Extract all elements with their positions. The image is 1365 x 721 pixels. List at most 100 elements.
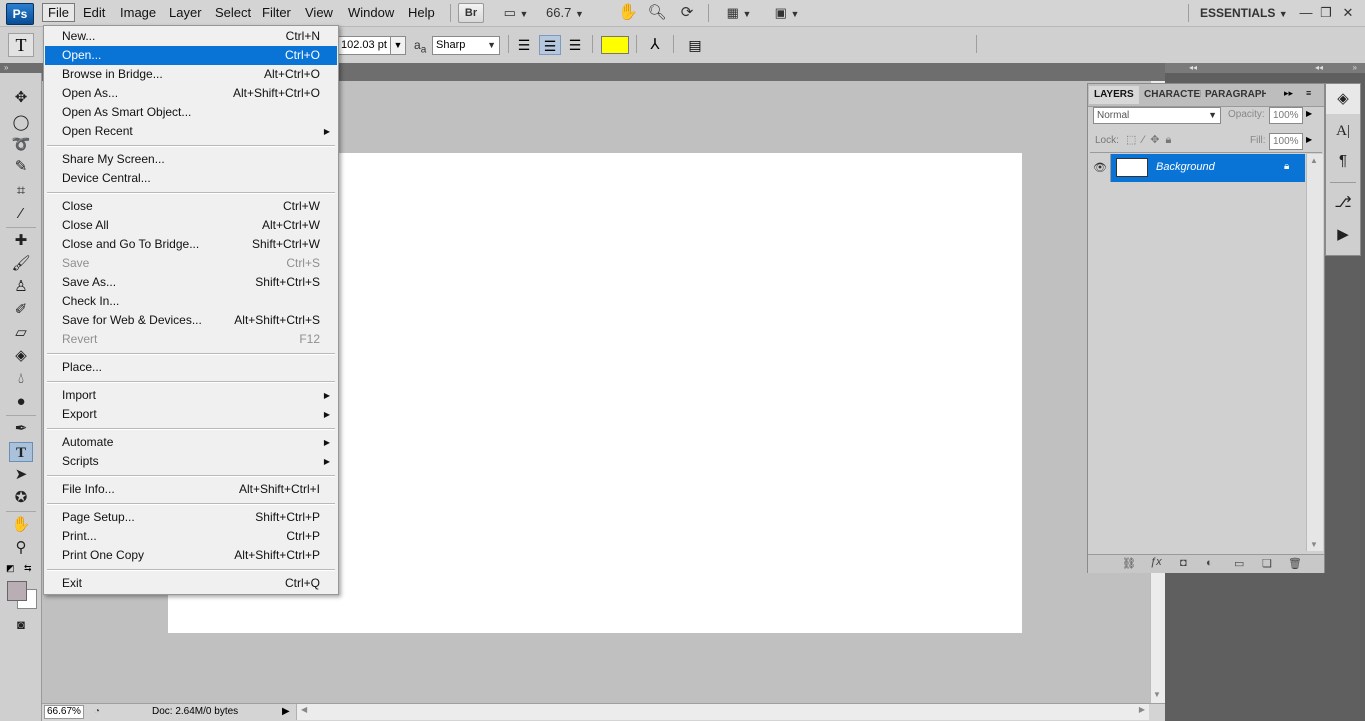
close-icon[interactable]: ✕	[1340, 4, 1356, 22]
font-size-field[interactable]: 102.03 pt	[337, 36, 391, 55]
eraser-tool-icon[interactable]: ▱	[9, 323, 33, 343]
foreground-color-swatch[interactable]	[7, 581, 27, 601]
adjustment-layer-icon[interactable]: ◐	[1206, 557, 1213, 569]
zoom-tool-icon[interactable]: ⚲	[9, 538, 33, 558]
history-brush-tool-icon[interactable]: ✐	[9, 300, 33, 320]
menu-item-open-as[interactable]: Open As... Alt+Shift+Ctrl+O	[45, 84, 337, 103]
type-tool-icon[interactable]: T	[9, 442, 33, 462]
menu-window[interactable]: Window	[343, 3, 399, 22]
eyedropper-tool-icon[interactable]: ⁄	[9, 204, 33, 224]
status-info-icon[interactable]: ◔	[94, 705, 100, 719]
eye-visibility-icon[interactable]: 👁︎	[1090, 154, 1111, 182]
scroll-right-icon[interactable]: ▶	[1139, 705, 1145, 714]
tab-paragraph[interactable]: PARAGRAPH	[1200, 86, 1266, 104]
menu-item-file-info[interactable]: File Info... Alt+Shift+Ctrl+I	[45, 480, 337, 499]
status-zoom-field[interactable]: 66.67%	[44, 705, 84, 719]
menu-item-browse-in-bridge[interactable]: Browse in Bridge... Alt+Ctrl+O	[45, 65, 337, 84]
menu-item-open[interactable]: Open... Ctrl+O	[45, 46, 337, 65]
default-colors-icon[interactable]: ◩	[6, 563, 18, 575]
bridge-button[interactable]: Br	[458, 3, 484, 23]
history-icon[interactable]: ⎇	[1332, 192, 1354, 214]
menu-item-page-setup[interactable]: Page Setup... Shift+Ctrl+P	[45, 508, 337, 527]
hand-tool-icon[interactable]: ✋	[9, 515, 33, 535]
layer-style-icon[interactable]: ƒx	[1150, 556, 1162, 568]
scroll-up-icon[interactable]: ▲	[1310, 156, 1318, 165]
menu-item-close[interactable]: Close Ctrl+W	[45, 197, 337, 216]
layer-row-background[interactable]: 👁︎ Background 🔒︎	[1090, 154, 1305, 182]
menu-item-device-central[interactable]: Device Central...	[45, 169, 337, 188]
trash-icon[interactable]: 🗑︎	[1288, 557, 1302, 570]
panel-collapse-icon[interactable]: »	[0, 63, 42, 73]
horizontal-scrollbar[interactable]: ◀ ▶	[296, 704, 1149, 720]
lock-options-icon[interactable]: ⬚⁄✥🔒︎	[1126, 133, 1177, 147]
dock-collapse-bar[interactable]: ◂◂ ◂◂»	[1165, 63, 1365, 73]
menu-item-save-for-web-devices[interactable]: Save for Web & Devices... Alt+Shift+Ctrl+…	[45, 311, 337, 330]
blur-tool-icon[interactable]: 💧︎	[9, 369, 33, 389]
paint-bucket-tool-icon[interactable]: ◈	[9, 346, 33, 366]
opacity-slider-arrow-icon[interactable]: ▶	[1306, 109, 1312, 118]
minimize-icon[interactable]: —	[1298, 4, 1314, 22]
menu-item-export[interactable]: Export ▶	[45, 405, 337, 424]
screen-mode-icon[interactable]: ▭ ▼	[496, 4, 536, 22]
character-icon[interactable]: A|	[1332, 120, 1354, 142]
tab-layers[interactable]: LAYERS	[1089, 86, 1139, 104]
marquee-tool-icon[interactable]: ◯	[9, 113, 33, 133]
new-layer-icon[interactable]: ❏	[1262, 557, 1272, 570]
menu-filter[interactable]: Filter	[257, 3, 296, 22]
swap-colors-icon[interactable]: ⇆	[24, 563, 36, 575]
tab-character[interactable]: CHARACTER	[1139, 86, 1201, 104]
antialias-dropdown[interactable]: Sharp ▼	[432, 36, 500, 55]
menu-item-share-my-screen[interactable]: Share My Screen...	[45, 150, 337, 169]
menu-edit[interactable]: Edit	[78, 3, 110, 22]
align-center-icon[interactable]: ☰	[539, 35, 561, 55]
clone-stamp-tool-icon[interactable]: ♙	[9, 277, 33, 297]
type-tool-preset-icon[interactable]: T	[8, 33, 34, 57]
panel-menu-icon[interactable]: ≡	[1306, 88, 1311, 98]
menu-item-check-in[interactable]: Check In...	[45, 292, 337, 311]
custom-shape-tool-icon[interactable]: ✪	[9, 488, 33, 508]
menu-item-automate[interactable]: Automate ▶	[45, 433, 337, 452]
menu-image[interactable]: Image	[115, 3, 161, 22]
dodge-tool-icon[interactable]: ●	[9, 392, 33, 412]
menu-item-exit[interactable]: Exit Ctrl+Q	[45, 574, 337, 593]
scroll-down-icon[interactable]: ▼	[1153, 690, 1161, 699]
path-selection-tool-icon[interactable]: ➤	[9, 465, 33, 485]
screen-mode-dropdown-icon[interactable]: ▣ ▼	[768, 4, 806, 22]
rotate-view-icon[interactable]: ⟳	[676, 4, 698, 22]
menu-view[interactable]: View	[300, 3, 338, 22]
healing-brush-tool-icon[interactable]: ✚	[9, 231, 33, 251]
menu-item-new[interactable]: New... Ctrl+N	[45, 27, 337, 46]
menu-select[interactable]: Select	[210, 3, 256, 22]
warp-text-icon[interactable]: ⅄	[644, 35, 666, 55]
menu-item-print-one-copy[interactable]: Print One Copy Alt+Shift+Ctrl+P	[45, 546, 337, 565]
zoom-level-dropdown[interactable]: 66.7 ▼	[546, 4, 598, 22]
quick-selection-tool-icon[interactable]: ✎	[9, 157, 33, 177]
fill-field[interactable]: 100%	[1269, 133, 1303, 150]
menu-item-scripts[interactable]: Scripts ▶	[45, 452, 337, 471]
opacity-field[interactable]: 100%	[1269, 107, 1303, 124]
layers-icon[interactable]: ◈	[1332, 88, 1354, 110]
scroll-down-icon[interactable]: ▼	[1310, 540, 1318, 549]
menu-item-close-and-go-to-bridge[interactable]: Close and Go To Bridge... Shift+Ctrl+W	[45, 235, 337, 254]
text-color-swatch[interactable]	[601, 36, 629, 54]
new-group-icon[interactable]: ▭	[1234, 557, 1244, 570]
character-panel-toggle-icon[interactable]: ▤	[684, 35, 706, 55]
workspace-switcher[interactable]: ESSENTIALS ▼	[1200, 4, 1290, 22]
align-left-icon[interactable]: ☰	[514, 35, 534, 55]
actions-icon[interactable]: ▶	[1332, 224, 1354, 246]
fill-slider-arrow-icon[interactable]: ▶	[1306, 135, 1312, 144]
status-menu-arrow-icon[interactable]: ▶	[282, 705, 290, 719]
more-tabs-icon[interactable]: ▸▸	[1284, 88, 1293, 99]
paragraph-icon[interactable]: ¶	[1332, 150, 1354, 172]
font-size-dropdown-icon[interactable]: ▼	[390, 36, 406, 55]
zoom-tool-icon[interactable]: 🔍︎	[646, 4, 668, 22]
arrange-documents-icon[interactable]: ▦ ▼	[720, 4, 758, 22]
menu-item-place[interactable]: Place...	[45, 358, 337, 377]
lasso-tool-icon[interactable]: ➰	[9, 135, 33, 155]
link-layers-icon[interactable]: ⛓	[1122, 557, 1136, 570]
menu-item-print[interactable]: Print... Ctrl+P	[45, 527, 337, 546]
menu-file[interactable]: File	[42, 3, 75, 22]
align-right-icon[interactable]: ☰	[565, 35, 585, 55]
brush-tool-icon[interactable]: 🖌︎	[9, 254, 33, 274]
menu-item-open-recent[interactable]: Open Recent ▶	[45, 122, 337, 141]
